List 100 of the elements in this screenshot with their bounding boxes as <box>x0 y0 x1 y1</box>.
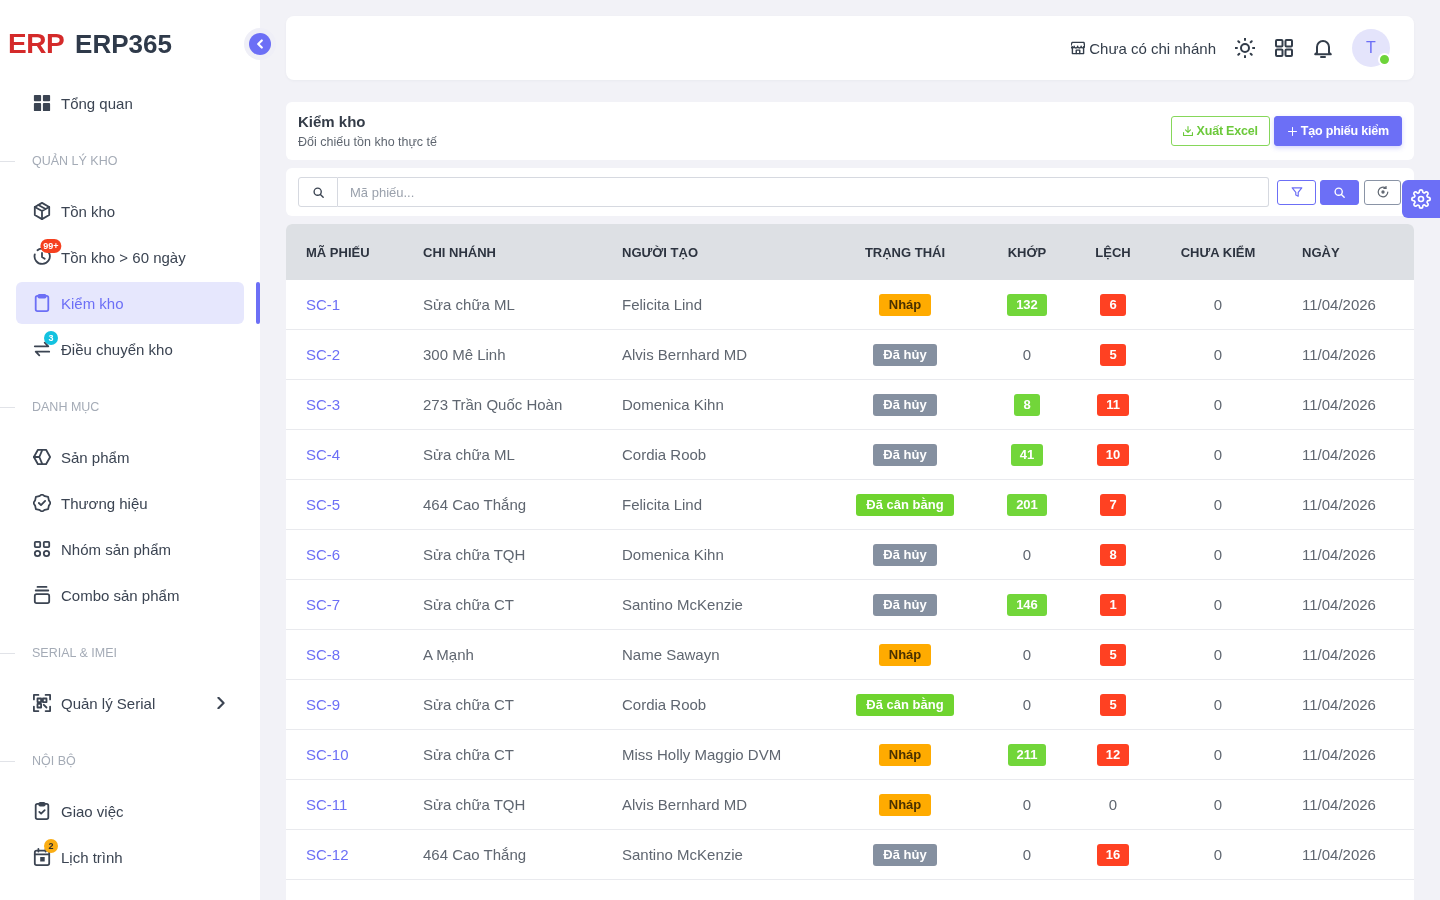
section-title: DANH MỤC <box>32 400 100 414</box>
table-cell: 464 Cao Thắng <box>423 846 527 863</box>
table-cell: Domenica Kihn <box>622 546 724 563</box>
table-cell: 0 <box>1022 646 1032 663</box>
sidebar-item[interactable]: Thương hiệu <box>16 482 244 524</box>
search-field[interactable]: Mã phiếu... <box>338 177 1269 207</box>
table-cell: 0 <box>1213 346 1223 363</box>
count-badge: 132 <box>1007 293 1047 316</box>
voucher-link[interactable]: SC-10 <box>306 746 349 763</box>
table-cell: 0 <box>1022 696 1032 713</box>
count-badge: 3 <box>44 331 58 345</box>
download-icon <box>1182 126 1193 136</box>
voucher-link[interactable]: SC-2 <box>306 346 341 363</box>
settings-icon <box>1411 189 1431 209</box>
table-cell: 11/04/2026 <box>1302 496 1376 513</box>
active-indicator <box>256 282 260 324</box>
filter-button[interactable] <box>1277 179 1316 205</box>
table-cell: Sửa chữa CT <box>423 746 514 763</box>
count-badge: 11 <box>1097 393 1129 416</box>
count-badge: 2 <box>44 839 58 853</box>
table-cell: Felicita Lind <box>622 496 703 513</box>
section-title: SERIAL & IMEI <box>32 646 117 660</box>
table-cell: 11/04/2026 <box>1302 346 1376 363</box>
status-tag: Nháp <box>878 643 932 666</box>
clipboard-check-icon <box>33 802 51 820</box>
table-cell: 11/04/2026 <box>1302 446 1376 463</box>
clock-icon <box>33 248 51 266</box>
count-badge: 41 <box>1010 443 1044 466</box>
voucher-link[interactable]: SC-5 <box>306 496 341 513</box>
count-badge: 211 <box>1007 743 1047 766</box>
table-cell: Name Sawayn <box>622 646 720 663</box>
table-cell: 0 <box>1022 796 1032 813</box>
voucher-link[interactable]: SC-11 <box>306 796 348 813</box>
sidebar-item[interactable]: Tổng quan <box>16 82 244 124</box>
theme-button[interactable] <box>1235 38 1255 58</box>
package-icon <box>33 202 51 220</box>
table-cell: Cordia Roob <box>622 446 707 463</box>
table-cell: 0 <box>1213 396 1223 413</box>
sidebar-item[interactable]: Nhóm sản phẩm <box>16 528 244 570</box>
voucher-link[interactable]: SC-9 <box>306 696 341 713</box>
page-subtitle: Đối chiếu tồn kho thực tế <box>298 134 437 150</box>
table-cell: 11/04/2026 <box>1302 546 1376 563</box>
table-cell: 11/04/2026 <box>1302 746 1376 763</box>
search-button[interactable] <box>1320 179 1359 205</box>
branch-selector[interactable]: Chưa có chi nhánh <box>1071 39 1216 57</box>
count-badge: 7 <box>1100 493 1126 516</box>
dashboard-icon <box>33 94 51 112</box>
sidebar-item[interactable]: Tồn kho > 60 ngày 99+ <box>16 236 244 278</box>
sidebar-item[interactable]: Quản lý Serial <box>16 682 244 724</box>
table-cell: Domenica Kihn <box>622 396 724 413</box>
user-avatar[interactable]: T <box>1352 29 1390 67</box>
sidebar-item[interactable]: Tồn kho <box>16 190 244 232</box>
sidebar-item[interactable]: Lịch trình 2 <box>16 836 244 878</box>
apps-button[interactable] <box>1274 38 1294 58</box>
table-cell: 0 <box>1213 596 1223 613</box>
clipboard-icon <box>33 294 51 312</box>
voucher-link[interactable]: SC-8 <box>306 646 341 663</box>
table-cell: 0 <box>1022 846 1032 863</box>
table-cell: Sửa chữa ML <box>423 296 515 313</box>
chevron-left-icon <box>255 39 265 49</box>
table-cell: Cordia Roob <box>622 696 707 713</box>
table-cell: Sửa chữa CT <box>423 596 514 613</box>
voucher-link[interactable]: SC-4 <box>306 446 341 463</box>
table-cell: 0 <box>1213 296 1223 313</box>
filter-icon <box>1290 186 1303 198</box>
table-cell: Sửa chữa TQH <box>423 796 526 813</box>
table-cell: 0 <box>1213 846 1223 863</box>
plus-icon <box>1287 126 1297 136</box>
voucher-link[interactable]: SC-7 <box>306 596 341 613</box>
count-badge: 1 <box>1100 593 1126 616</box>
sidebar-item[interactable]: Combo sản phẩm <box>16 574 244 616</box>
table-cell: 11/04/2026 <box>1302 646 1376 663</box>
status-tag: Nháp <box>878 743 932 766</box>
create-button[interactable]: Tạo phiếu kiểm <box>1273 116 1402 146</box>
table-cell: 0 <box>1022 546 1032 563</box>
voucher-link[interactable]: SC-12 <box>306 846 349 863</box>
shapes-icon <box>33 540 51 558</box>
notifications-button[interactable] <box>1313 38 1333 58</box>
count-badge: 6 <box>1100 293 1126 316</box>
settings-button[interactable] <box>1402 180 1440 218</box>
page-title: Kiểm kho <box>298 112 367 131</box>
sidebar-item[interactable]: Điều chuyển kho 3 <box>16 328 244 370</box>
status-tag: Đã hủy <box>873 543 937 566</box>
sidebar-item[interactable]: Giao việc <box>16 790 244 832</box>
count-badge: 5 <box>1100 343 1126 366</box>
table-cell: 464 Cao Thắng <box>423 496 527 513</box>
column-header: KHỚP <box>1007 244 1047 260</box>
table-cell: 0 <box>1213 546 1223 563</box>
voucher-link[interactable]: SC-1 <box>306 296 341 313</box>
table-cell: Felicita Lind <box>622 296 703 313</box>
table-cell: A Mạnh <box>423 646 474 663</box>
column-header: NGƯỜI TẠO <box>622 244 699 260</box>
voucher-link[interactable]: SC-6 <box>306 546 341 563</box>
table-cell: 11/04/2026 <box>1302 296 1376 313</box>
count-badge: 201 <box>1007 493 1047 516</box>
count-badge: 99+ <box>40 239 62 253</box>
reset-button[interactable] <box>1364 179 1401 205</box>
sidebar-item[interactable]: Sản phẩm <box>16 436 244 478</box>
column-header: TRẠNG THÁI <box>864 244 946 260</box>
voucher-link[interactable]: SC-3 <box>306 396 341 413</box>
